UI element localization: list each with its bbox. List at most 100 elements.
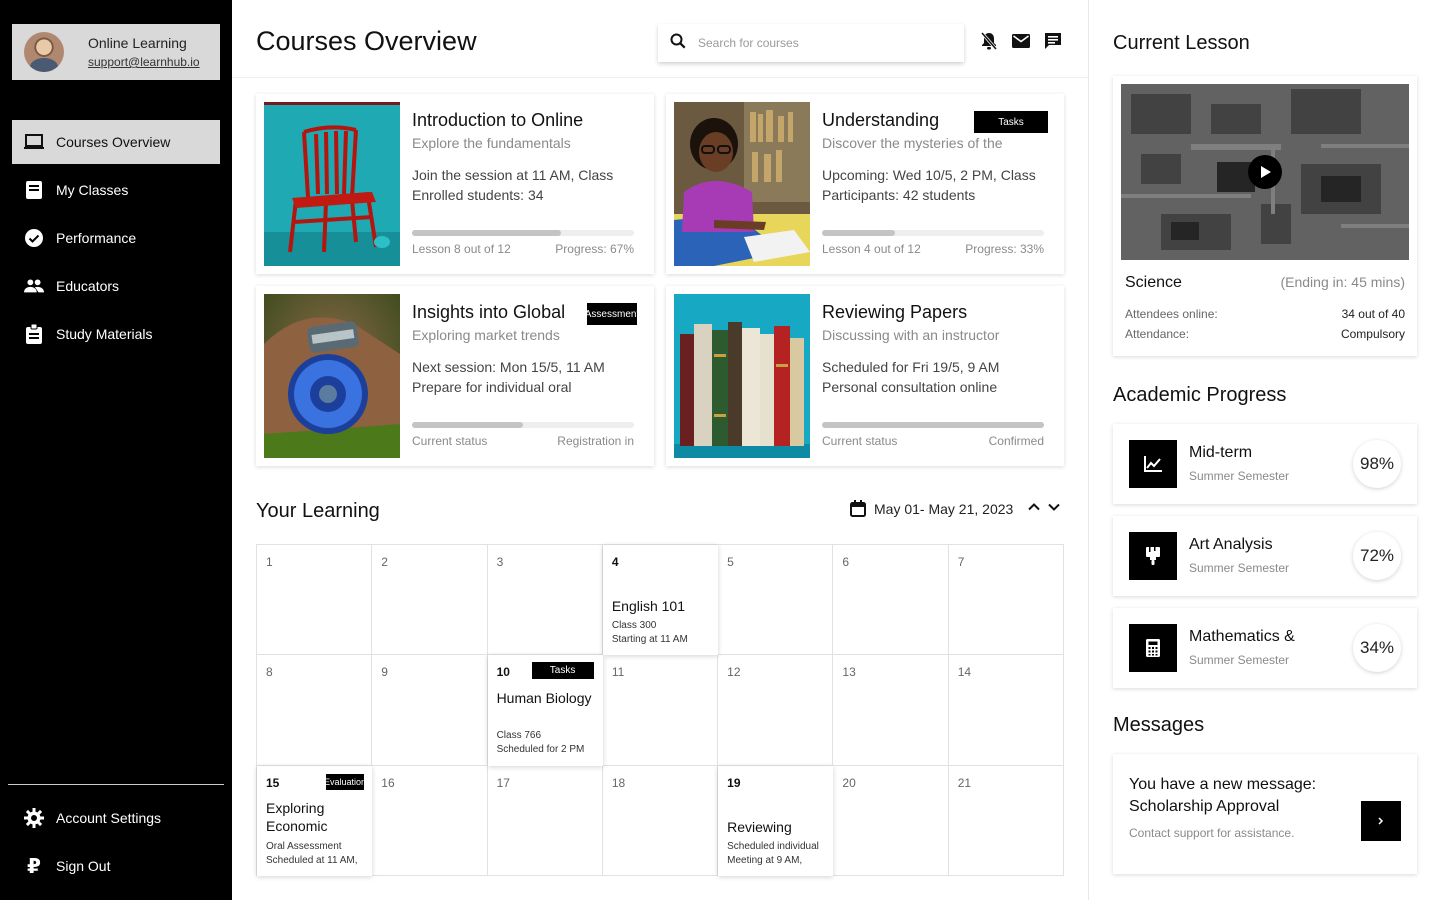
course-footer-right: Registration in	[557, 434, 634, 448]
course-detail: Personal consultation online	[822, 379, 998, 395]
day-number: 11	[611, 665, 625, 680]
event-detail: Class 766	[496, 730, 542, 742]
calendar-day[interactable]: 9	[372, 655, 488, 766]
chevron-right-icon	[1378, 812, 1384, 830]
progress-title: Art Analysis	[1189, 536, 1273, 553]
course-detail: Participants: 42 students	[822, 187, 976, 203]
bell-off-icon[interactable]	[980, 32, 998, 50]
calendar-day[interactable]: 16	[372, 765, 488, 876]
calendar-day[interactable]: 7	[948, 545, 1064, 656]
day-number: 18	[611, 775, 626, 790]
calendar-day[interactable]: 14	[948, 655, 1064, 766]
day-number: 20	[842, 775, 856, 790]
course-thumbnail-books	[674, 294, 810, 458]
course-detail: Join the session at 11 AM, Class	[412, 167, 614, 183]
progress-percent: 72%	[1353, 532, 1401, 580]
day-number: 13	[842, 665, 856, 680]
current-lesson-card[interactable]: Science (Ending in: 45 mins) Attendees o…	[1113, 76, 1417, 356]
progress-card[interactable]: Mathematics & Summer Semester 34%	[1113, 608, 1417, 688]
profile-card[interactable]: Online Learning support@learnhub.io	[12, 24, 220, 80]
calendar-day[interactable]: 21	[948, 765, 1064, 876]
progress-card[interactable]: Mid-term Summer Semester 98%	[1113, 424, 1417, 504]
sidebar-item-my-classes[interactable]: My Classes	[12, 168, 220, 212]
course-card[interactable]: Assessment Insights into Global Explorin…	[256, 286, 654, 466]
calendar-day[interactable]: 13	[833, 655, 949, 766]
open-message-button[interactable]	[1361, 801, 1401, 841]
academic-progress-heading: Academic Progress	[1113, 384, 1287, 406]
day-number: 6	[842, 555, 850, 569]
event-title: Reviewing	[727, 818, 792, 835]
chevron-down-icon[interactable]	[1047, 500, 1061, 517]
search-box[interactable]	[658, 24, 964, 62]
profile-email-link[interactable]: support@learnhub.io	[88, 55, 200, 69]
clipboard-icon	[24, 324, 44, 344]
day-number: 14	[957, 665, 972, 680]
calendar-day[interactable]: 3	[487, 545, 603, 656]
course-thumbnail-chair	[264, 102, 400, 266]
calendar-day[interactable]: 20	[833, 765, 949, 876]
course-progress-bar	[822, 422, 1044, 428]
calendar-grid: 1 2 3 4 English 101 Class 300 Starting a…	[256, 544, 1064, 876]
chevron-up-icon[interactable]	[1027, 500, 1041, 517]
progress-percent: 98%	[1353, 440, 1401, 488]
sidebar-item-sign-out[interactable]: ₽ Sign Out	[12, 844, 220, 888]
sidebar-item-label: Study Materials	[56, 326, 153, 342]
course-footer-right: Progress: 33%	[965, 242, 1044, 256]
page-header: Courses Overview	[232, 0, 1088, 78]
sidebar-item-educators[interactable]: Educators	[12, 264, 220, 308]
search-input[interactable]	[698, 36, 938, 50]
calendar-day[interactable]: 12	[718, 655, 834, 766]
sidebar-item-study-materials[interactable]: Study Materials	[12, 312, 220, 356]
sidebar-item-performance[interactable]: Performance	[12, 216, 220, 260]
calendar-event-day[interactable]: 4 English 101 Class 300 Starting at 11 A…	[602, 545, 719, 656]
course-subtitle: Explore the fundamentals	[412, 135, 571, 151]
line-chart-icon	[1129, 440, 1177, 488]
day-number: 15	[266, 775, 280, 790]
date-range-picker[interactable]: May 01- May 21, 2023	[850, 500, 1061, 517]
course-card[interactable]: Tasks Understanding Discover the mysteri…	[666, 94, 1064, 274]
day-number: 16	[381, 775, 395, 790]
calendar-event-day[interactable]: 10 Tasks Human Biology Class 766 Schedul…	[487, 655, 603, 766]
people-icon	[24, 276, 44, 296]
calendar-day[interactable]: 2	[372, 545, 488, 656]
progress-card[interactable]: Art Analysis Summer Semester 72%	[1113, 516, 1417, 596]
check-circle-icon	[24, 228, 44, 248]
course-footer-right: Progress: 67%	[555, 242, 634, 256]
sidebar-item-account-settings[interactable]: Account Settings	[12, 796, 220, 840]
event-detail: Scheduled at 11 AM,	[266, 854, 358, 866]
course-progress-fill	[822, 230, 896, 236]
day-number: 5	[727, 555, 734, 569]
message-card[interactable]: You have a new message: Scholarship Appr…	[1113, 754, 1417, 874]
calendar-day[interactable]: 11	[602, 655, 719, 766]
search-icon	[670, 33, 686, 54]
course-card[interactable]: Reviewing Papers Discussing with an inst…	[666, 286, 1064, 466]
event-detail: Scheduled individual	[727, 840, 819, 852]
lesson-video-thumbnail[interactable]	[1121, 84, 1409, 260]
course-title: Introduction to Online	[412, 110, 584, 130]
sidebar: Online Learning support@learnhub.io Cour…	[0, 0, 232, 900]
chat-icon[interactable]	[1044, 32, 1062, 50]
attendance-value: Compulsory	[1340, 327, 1405, 341]
course-subtitle: Exploring market trends	[412, 327, 560, 343]
mail-icon[interactable]	[1012, 32, 1030, 50]
calendar-day[interactable]: 17	[487, 765, 603, 876]
calendar-icon	[850, 500, 866, 517]
play-button[interactable]	[1248, 155, 1282, 189]
messages-heading: Messages	[1113, 714, 1205, 736]
course-card[interactable]: Introduction to Online Explore the funda…	[256, 94, 654, 274]
calendar-event-day[interactable]: 15 Evaluation Exploring Economic Oral As…	[257, 765, 373, 876]
lesson-subject: Science	[1125, 274, 1182, 291]
calendar-day[interactable]: 5	[718, 545, 834, 656]
calendar-day[interactable]: 6	[833, 545, 949, 656]
course-detail: Prepare for individual oral	[412, 379, 572, 395]
calendar-event-day[interactable]: 19 Reviewing Scheduled individual Meetin…	[718, 765, 834, 876]
calendar-day[interactable]: 8	[257, 655, 373, 766]
calendar-day[interactable]: 1	[257, 545, 373, 656]
sidebar-item-courses-overview[interactable]: Courses Overview	[12, 120, 220, 164]
profile-name: Online Learning	[88, 35, 187, 51]
calendar-day[interactable]: 18	[602, 765, 719, 876]
course-thumbnail-device	[264, 294, 400, 458]
laptop-icon	[24, 132, 44, 152]
sidebar-divider	[8, 784, 224, 785]
sidebar-item-label: Performance	[56, 230, 137, 246]
